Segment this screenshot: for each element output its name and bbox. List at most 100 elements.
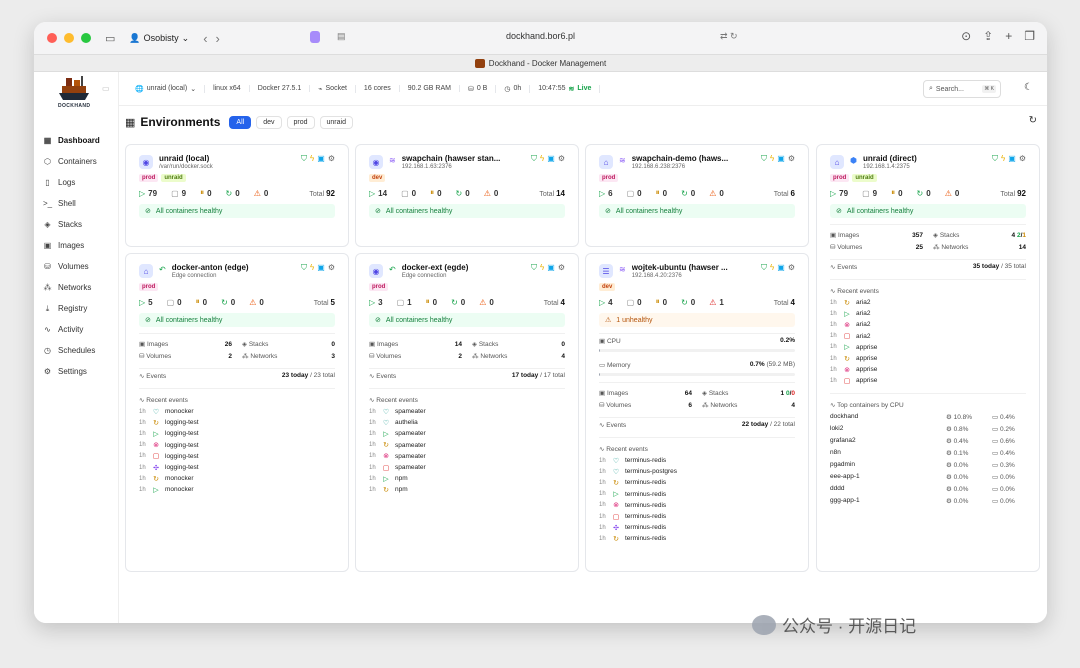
event-item[interactable]: 1h ▷ terminus-redis xyxy=(599,489,795,500)
shield-icon[interactable]: ⛉ xyxy=(992,154,998,164)
terminal-icon[interactable]: ▣ xyxy=(317,263,325,273)
terminal-icon[interactable]: ▣ xyxy=(777,154,785,164)
tabs-overview-icon[interactable]: ❐ xyxy=(1024,29,1035,43)
terminal-icon[interactable]: ▣ xyxy=(547,154,555,164)
event-item[interactable]: 1h ▢ terminus-redis xyxy=(599,511,795,522)
top-cpu-row[interactable]: n8n ⚙ 0.1% ▭ 0.4% xyxy=(830,447,1026,459)
translate-reload-icons[interactable]: ⇄ ↻ xyxy=(720,31,738,42)
filter-unraid[interactable]: unraid xyxy=(319,115,353,129)
new-tab-icon[interactable]: + xyxy=(1005,29,1012,43)
event-item[interactable]: 1h ▢ apprise xyxy=(830,375,1026,386)
event-item[interactable]: 1h ↻ aria2 xyxy=(830,297,1026,308)
event-item[interactable]: 1h ⊗ terminus-redis xyxy=(599,500,795,511)
share-icon[interactable]: ⇪ xyxy=(983,29,993,43)
activity-icon[interactable]: ϟ xyxy=(770,263,774,273)
refresh-icon[interactable]: ↻ xyxy=(1029,115,1037,126)
sidebar-item-logs[interactable]: ▯ Logs xyxy=(34,172,118,193)
top-cpu-row[interactable]: loki2 ⚙ 0.8% ▭ 0.2% xyxy=(830,423,1026,435)
sidebar-item-shell[interactable]: >_ Shell xyxy=(34,193,118,214)
logo[interactable]: DOCKHAND ▭ xyxy=(34,72,118,130)
gear-icon[interactable]: ⚙ xyxy=(1019,154,1026,164)
sidebar-item-registry[interactable]: ⤓ Registry xyxy=(34,298,118,319)
filter-dev[interactable]: dev xyxy=(256,115,282,129)
event-item[interactable]: 1h ⊗ spameater xyxy=(369,451,565,462)
close-window-button[interactable] xyxy=(47,33,57,43)
forward-icon[interactable]: › xyxy=(216,31,228,46)
event-item[interactable]: 1h ⊗ logging-test xyxy=(139,440,335,451)
env-card-swapchain[interactable]: ◉ ≋ swapchain (hawser stan... 192.168.1.… xyxy=(355,144,579,247)
search-input[interactable]: ⌕ Search... ⌘ K xyxy=(923,80,1001,98)
sidebar-item-dashboard[interactable]: ▦ Dashboard xyxy=(34,130,118,151)
top-cpu-row[interactable]: ggg-app-1 ⚙ 0.0% ▭ 0.0% xyxy=(830,495,1026,507)
sidebar-item-volumes[interactable]: ⛁ Volumes xyxy=(34,256,118,277)
env-card-unraid-direct[interactable]: ⌂ ⬢ unraid (direct) 192.168.1.4:2375 ⛉ ϟ ▣… xyxy=(816,144,1040,572)
shield-icon[interactable]: ⛉ xyxy=(301,154,307,164)
gear-icon[interactable]: ⚙ xyxy=(558,263,565,273)
sidebar-toggle-icon[interactable]: ▭ xyxy=(105,32,115,45)
minimize-window-button[interactable] xyxy=(64,33,74,43)
event-item[interactable]: 1h ↻ terminus-redis xyxy=(599,533,795,544)
top-cpu-row[interactable]: pgadmin ⚙ 0.0% ▭ 0.3% xyxy=(830,459,1026,471)
event-item[interactable]: 1h ↻ apprise xyxy=(830,353,1026,364)
event-item[interactable]: 1h ▷ spameater xyxy=(369,428,565,439)
env-card-docker-ext[interactable]: ◉ ↶ docker-ext (egde) Edge connection ⛉ ϟ… xyxy=(355,253,579,572)
activity-icon[interactable]: ϟ xyxy=(310,154,314,164)
terminal-icon[interactable]: ▣ xyxy=(777,263,785,273)
environment-select[interactable]: 🌐 unraid (local) ⌄ xyxy=(127,84,206,93)
event-item[interactable]: 1h ✣ terminus-redis xyxy=(599,522,795,533)
gear-icon[interactable]: ⚙ xyxy=(328,154,335,164)
extension-icon[interactable] xyxy=(310,31,320,43)
event-item[interactable]: 1h ▢ logging-test xyxy=(139,451,335,462)
event-item[interactable]: 1h ↻ logging-test xyxy=(139,417,335,428)
event-item[interactable]: 1h ♡ spameater xyxy=(369,406,565,417)
event-item[interactable]: 1h ♡ terminus-redis xyxy=(599,455,795,466)
top-cpu-row[interactable]: eee-app-1 ⚙ 0.0% ▭ 0.0% xyxy=(830,471,1026,483)
event-item[interactable]: 1h ↻ monocker xyxy=(139,473,335,484)
event-item[interactable]: 1h ▷ logging-test xyxy=(139,428,335,439)
zoom-window-button[interactable] xyxy=(81,33,91,43)
event-item[interactable]: 1h ↻ spameater xyxy=(369,440,565,451)
collapse-sidebar-icon[interactable]: ▭ xyxy=(102,84,110,93)
event-item[interactable]: 1h ▢ aria2 xyxy=(830,331,1026,342)
shield-icon[interactable]: ⛉ xyxy=(531,263,537,273)
shield-icon[interactable]: ⛉ xyxy=(531,154,537,164)
event-item[interactable]: 1h ▷ aria2 xyxy=(830,308,1026,319)
shield-icon[interactable]: ⛉ xyxy=(761,263,767,273)
event-item[interactable]: 1h ⊗ aria2 xyxy=(830,319,1026,330)
sidebar-item-activity[interactable]: ∿ Activity xyxy=(34,319,118,340)
env-card-wojtek-ubuntu[interactable]: ☰ ≋ wojtek-ubuntu (hawser ... 192.168.4.… xyxy=(585,253,809,572)
event-item[interactable]: 1h ▢ spameater xyxy=(369,462,565,473)
gear-icon[interactable]: ⚙ xyxy=(328,263,335,273)
download-icon[interactable]: ⊙ xyxy=(961,29,971,43)
filter-prod[interactable]: prod xyxy=(286,115,315,129)
event-item[interactable]: 1h ♡ terminus-postgres xyxy=(599,466,795,477)
event-item[interactable]: 1h ♡ monocker xyxy=(139,406,335,417)
terminal-icon[interactable]: ▣ xyxy=(547,263,555,273)
event-item[interactable]: 1h ▷ monocker xyxy=(139,484,335,495)
theme-toggle-icon[interactable]: ☾ xyxy=(1024,82,1033,93)
browser-tab[interactable]: Dockhand - Docker Management xyxy=(34,54,1047,72)
activity-icon[interactable]: ϟ xyxy=(540,263,544,273)
event-item[interactable]: 1h ♡ authelia xyxy=(369,417,565,428)
terminal-icon[interactable]: ▣ xyxy=(317,154,325,164)
event-item[interactable]: 1h ✣ logging-test xyxy=(139,462,335,473)
shield-icon[interactable]: ⛉ xyxy=(761,154,767,164)
sidebar-item-schedules[interactable]: ◷ Schedules xyxy=(34,340,118,361)
top-cpu-row[interactable]: grafana2 ⚙ 0.4% ▭ 0.6% xyxy=(830,435,1026,447)
env-card-unraid-local[interactable]: ◉ unraid (local) /var/run/docker.sock ⛉ ϟ… xyxy=(125,144,349,247)
sidebar-item-settings[interactable]: ⚙ Settings xyxy=(34,361,118,382)
shield-icon[interactable]: ⛉ xyxy=(301,263,307,273)
sidebar-item-networks[interactable]: ⁂ Networks xyxy=(34,277,118,298)
back-icon[interactable]: ‹ xyxy=(203,31,215,46)
gear-icon[interactable]: ⚙ xyxy=(788,154,795,164)
sidebar-item-containers[interactable]: ⬡ Containers xyxy=(34,151,118,172)
terminal-icon[interactable]: ▣ xyxy=(1008,154,1016,164)
env-card-docker-anton[interactable]: ⌂ ↶ docker-anton (edge) Edge connection … xyxy=(125,253,349,572)
event-item[interactable]: 1h ⊗ apprise xyxy=(830,364,1026,375)
sidebar-item-images[interactable]: ▣ Images xyxy=(34,235,118,256)
sidebar-item-stacks[interactable]: ◈ Stacks xyxy=(34,214,118,235)
event-item[interactable]: 1h ↻ terminus-redis xyxy=(599,477,795,488)
gear-icon[interactable]: ⚙ xyxy=(788,263,795,273)
top-cpu-row[interactable]: dddd ⚙ 0.0% ▭ 0.0% xyxy=(830,483,1026,495)
activity-icon[interactable]: ϟ xyxy=(770,154,774,164)
